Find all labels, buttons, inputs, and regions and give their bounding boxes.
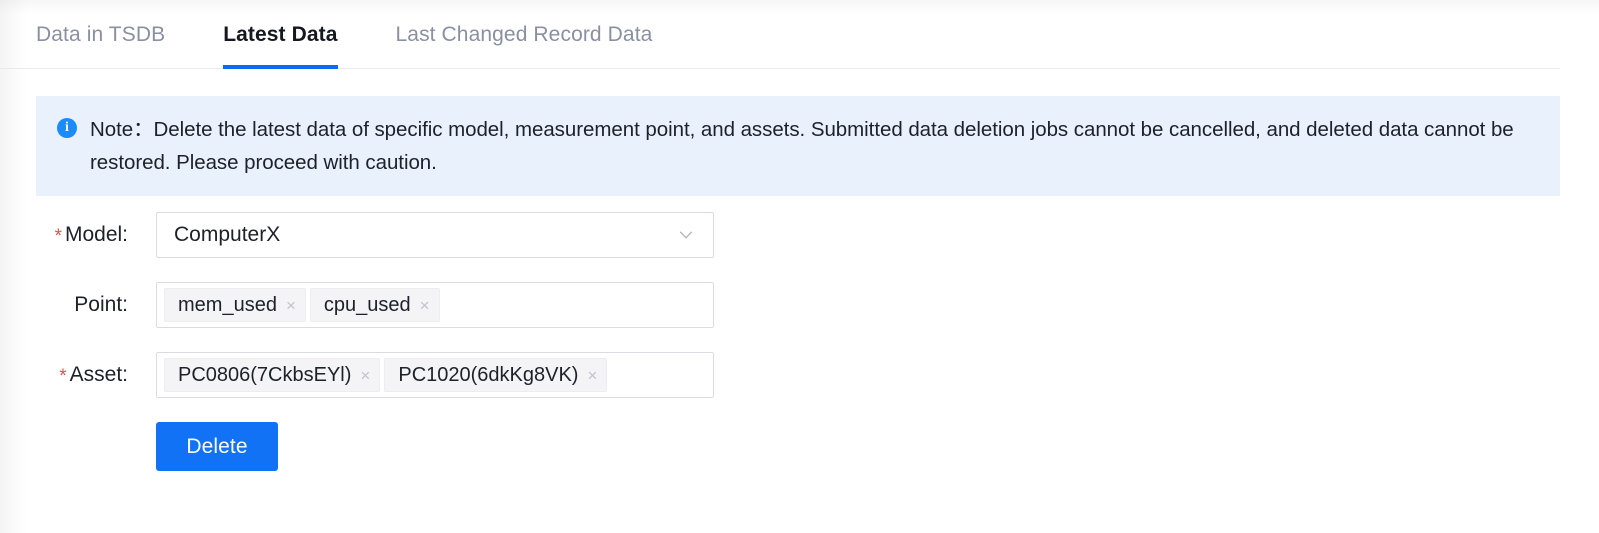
form-row-model: * Model: ComputerX — [0, 212, 1599, 258]
form-row-point: Point: mem_used × cpu_used × — [0, 282, 1599, 328]
tag-label: mem_used — [178, 293, 277, 316]
point-multiselect[interactable]: mem_used × cpu_used × — [156, 282, 714, 328]
tag-label: PC0806(7CkbsEYl) — [178, 363, 352, 386]
page-root: Data in TSDB Latest Data Last Changed Re… — [0, 0, 1599, 533]
point-tag[interactable]: mem_used × — [164, 288, 306, 322]
model-label-text: Model: — [64, 223, 128, 246]
model-control: ComputerX — [156, 212, 714, 258]
asset-label: * Asset: — [0, 352, 128, 400]
note-banner: i Note：Delete the latest data of specifi… — [36, 96, 1560, 196]
tab-bar: Data in TSDB Latest Data Last Changed Re… — [0, 0, 1560, 69]
tab-label: Data in TSDB — [36, 22, 166, 46]
model-label: * Model: — [0, 212, 128, 260]
asset-tag-list: PC0806(7CkbsEYl) × PC1020(6dkKg8VK) × — [161, 358, 608, 392]
tag-close-icon[interactable]: × — [360, 367, 370, 384]
tab-latest-data[interactable]: Latest Data — [223, 0, 338, 69]
delete-button[interactable]: Delete — [156, 422, 278, 471]
point-control: mem_used × cpu_used × — [156, 282, 714, 328]
point-label-text: Point: — [74, 293, 128, 316]
required-asterisk: * — [54, 226, 62, 247]
tag-label: cpu_used — [323, 293, 411, 316]
tag-close-icon[interactable]: × — [286, 297, 296, 314]
asset-multiselect[interactable]: PC0806(7CkbsEYl) × PC1020(6dkKg8VK) × — [156, 352, 714, 398]
chevron-down-icon[interactable] — [677, 226, 695, 244]
form-row-submit: Delete — [0, 422, 1599, 471]
form-row-asset: * Asset: PC0806(7CkbsEYl) × PC1020(6dkKg8… — [0, 352, 1599, 398]
model-select[interactable]: ComputerX — [156, 212, 714, 258]
asset-tag[interactable]: PC0806(7CkbsEYl) × — [164, 358, 381, 392]
asset-control: PC0806(7CkbsEYl) × PC1020(6dkKg8VK) × — [156, 352, 714, 398]
tab-list: Data in TSDB Latest Data Last Changed Re… — [36, 0, 652, 69]
asset-tag[interactable]: PC1020(6dkKg8VK) × — [384, 358, 608, 392]
tab-data-in-tsdb[interactable]: Data in TSDB — [36, 0, 165, 69]
point-label: Point: — [0, 282, 128, 328]
delete-latest-data-form: * Model: ComputerX Point: mem_used × cpu… — [0, 212, 1599, 471]
info-circle-icon: i — [57, 118, 77, 138]
model-select-value: ComputerX — [174, 223, 281, 246]
note-text: Note：Delete the latest data of specific … — [90, 118, 1514, 174]
submit-spacer — [0, 422, 128, 471]
required-asterisk: * — [59, 366, 67, 387]
tab-label: Last Changed Record Data — [395, 22, 653, 46]
point-tag[interactable]: cpu_used × — [309, 288, 440, 322]
point-tag-list: mem_used × cpu_used × — [161, 288, 440, 322]
tab-label: Latest Data — [223, 22, 338, 46]
tag-close-icon[interactable]: × — [587, 367, 597, 384]
tab-last-changed-record-data[interactable]: Last Changed Record Data — [396, 0, 653, 69]
asset-label-text: Asset: — [69, 363, 128, 386]
tag-label: PC1020(6dkKg8VK) — [398, 363, 579, 386]
tag-close-icon[interactable]: × — [420, 297, 430, 314]
